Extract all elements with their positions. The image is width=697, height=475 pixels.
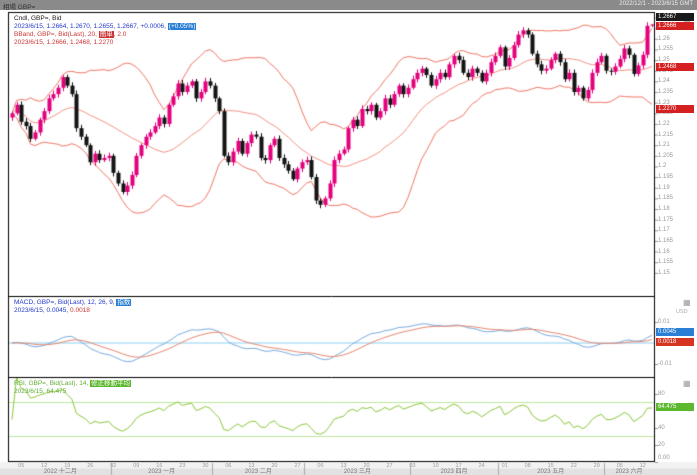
time-axis-month-label: 2023 四月 [440, 469, 468, 475]
price-axis-label: 1.235 [658, 89, 674, 95]
time-axis-day-label: 19 [64, 463, 71, 469]
macd-series-label: MACD, GBP=, Bid(Last), 12, 26, 9, 指数 [14, 299, 132, 306]
macd-signal-badge: 0.0018 [656, 338, 694, 347]
time-axis-day-label: 02 [110, 463, 117, 469]
rsi-badge: 64.475 [656, 403, 694, 412]
time-axis-month-label: 2023 六月 [615, 469, 643, 475]
macd-axis-unit-label: USD [676, 309, 688, 315]
time-axis-month-label: 2023 三月 [343, 469, 371, 475]
rsi-axis-label: 80 [658, 391, 665, 397]
rsi-axis-label: 40 [658, 425, 665, 431]
main-chart-legend: Cndl, GBP=, Bid 2023/6/15, 1.2664, 1.267… [14, 15, 197, 47]
bband-values-label: 2023/6/15, 1.2666, 1.2468, 1.2270 [14, 39, 114, 46]
time-axis-day-label: 05 [18, 463, 25, 469]
time-axis-day-label: 30 [202, 463, 209, 469]
time-axis-day-label: 20 [363, 463, 370, 469]
price-axis-label: 1.17 [658, 227, 670, 234]
macd-values-label: 2023/6/15, 0.0045, 0.0018 [14, 307, 90, 314]
date-range-label: 2022/12/1 - 2023/6/15 GMT [619, 1, 693, 7]
price-axis-label: 1.195 [658, 174, 674, 181]
price-axis-label: 1.165 [658, 237, 674, 244]
rsi-axis-label: 20 [658, 442, 665, 448]
price-axis-label: 1.19 [658, 184, 670, 191]
rsi-values-label: 2023/6/15, 64.475 [14, 388, 67, 395]
price-axis-label: 1.205 [658, 152, 674, 159]
time-axis-day-label: 17 [455, 463, 462, 469]
time-axis-month-label: 2023 五月 [537, 469, 565, 475]
bband-series-label: BBand, GBP=, Bid(Last), 20, 簡単, 2.0 [14, 31, 127, 38]
macd-axis-label: 0.01 [658, 319, 670, 325]
macd-legend: MACD, GBP=, Bid(Last), 12, 26, 9, 指数 202… [14, 299, 132, 315]
macd-type-badge: 指数 [116, 299, 132, 306]
price-axis-label: 1.16 [658, 248, 670, 255]
price-axis-label: 1.155 [658, 259, 674, 266]
bb-lower-badge: 1.2270 [656, 105, 694, 114]
time-axis-day-label: 15 [547, 463, 554, 469]
rsi-panel-menu-icon[interactable]: ▦ [683, 380, 691, 388]
rsi-type-badge: 修正移動平均 [90, 380, 132, 387]
rsi-series-label: RSI, GBP=, Bid(Last), 14, 修正移動平均 [14, 380, 132, 387]
time-axis-day-label: 13 [340, 463, 347, 469]
time-axis-day-label: 12 [639, 463, 646, 469]
price-axis-label: 1.21 [658, 142, 670, 149]
window-title: 相場 GBP= [3, 4, 36, 11]
macd-panel-menu-icon[interactable]: ▦ [683, 299, 691, 307]
main-chart-panel[interactable] [8, 12, 655, 296]
rsi-legend: RSI, GBP=, Bid(Last), 14, 修正移動平均 2023/6/… [14, 380, 132, 396]
time-axis-day-label: 05 [616, 463, 623, 469]
rsi-axis-label: 0.00 [658, 455, 670, 461]
price-axis-label: 1.24 [658, 78, 670, 85]
time-axis-day-label: 03 [409, 463, 416, 469]
time-axis-day-label: 16 [156, 463, 163, 469]
macd-badge: 0.0045 [656, 327, 694, 336]
macd-axis-label: -0.01 [658, 361, 672, 367]
time-axis-month-label: 2023 一月 [148, 469, 176, 475]
time-axis-day-label: 13 [248, 463, 255, 469]
time-axis-month-label: 2022 十二月 [43, 469, 77, 475]
time-axis-day-label: 23 [179, 463, 186, 469]
price-axis-label: 1.15 [658, 269, 670, 276]
time-axis-day-label: 06 [225, 463, 232, 469]
candle-series-label: Cndl, GBP=, Bid [14, 15, 62, 22]
time-axis-day-label: 06 [317, 463, 324, 469]
price-axis-label: 1.215 [658, 131, 674, 138]
window-titlebar: 相場 GBP= 2022/12/1 - 2023/6/15 GMT [0, 0, 697, 11]
bband-type-badge: 簡単 [98, 31, 114, 38]
time-axis-day-label: 27 [386, 463, 393, 469]
time-axis-day-label: 29 [593, 463, 600, 469]
time-axis-day-label: 24 [478, 463, 485, 469]
price-axis-label: 1.18 [658, 206, 670, 213]
price-axis-label: 1.185 [658, 195, 674, 202]
time-axis-day-label: 09 [133, 463, 140, 469]
bb-upper-badge: 1.2666 [656, 21, 694, 30]
price-axis-label: 1.2 [658, 163, 667, 170]
bb-middle-badge: 1.2468 [656, 62, 694, 71]
time-axis-day-label: 26 [87, 463, 94, 469]
price-axis-label: 1.175 [658, 216, 674, 223]
time-axis-day-label: 10 [432, 463, 439, 469]
price-axis-label: 1.255 [658, 46, 674, 53]
time-axis-day-label: 27 [294, 463, 301, 469]
time-axis-day-label: 08 [524, 463, 531, 469]
last-price-badge: 1.2667 [656, 12, 694, 21]
price-axis-label: 1.26 [658, 35, 670, 42]
time-axis-day-label: 01 [501, 463, 508, 469]
time-axis-day-label: 12 [41, 463, 48, 469]
chart-window: { "topbar": { "title_left": "相場 GBP=", "… [0, 0, 697, 475]
candle-values-label: 2023/6/15, 1.2664, 1.2670, 1.2655, 1.266… [14, 23, 197, 30]
time-axis-day-label: 22 [570, 463, 577, 469]
change-percent-badge: (+0.05%) [167, 23, 197, 30]
price-axis-label: 1.22 [658, 120, 670, 127]
time-axis-month-label: 2023 二月 [244, 469, 272, 475]
time-axis-day-label: 20 [271, 463, 278, 469]
